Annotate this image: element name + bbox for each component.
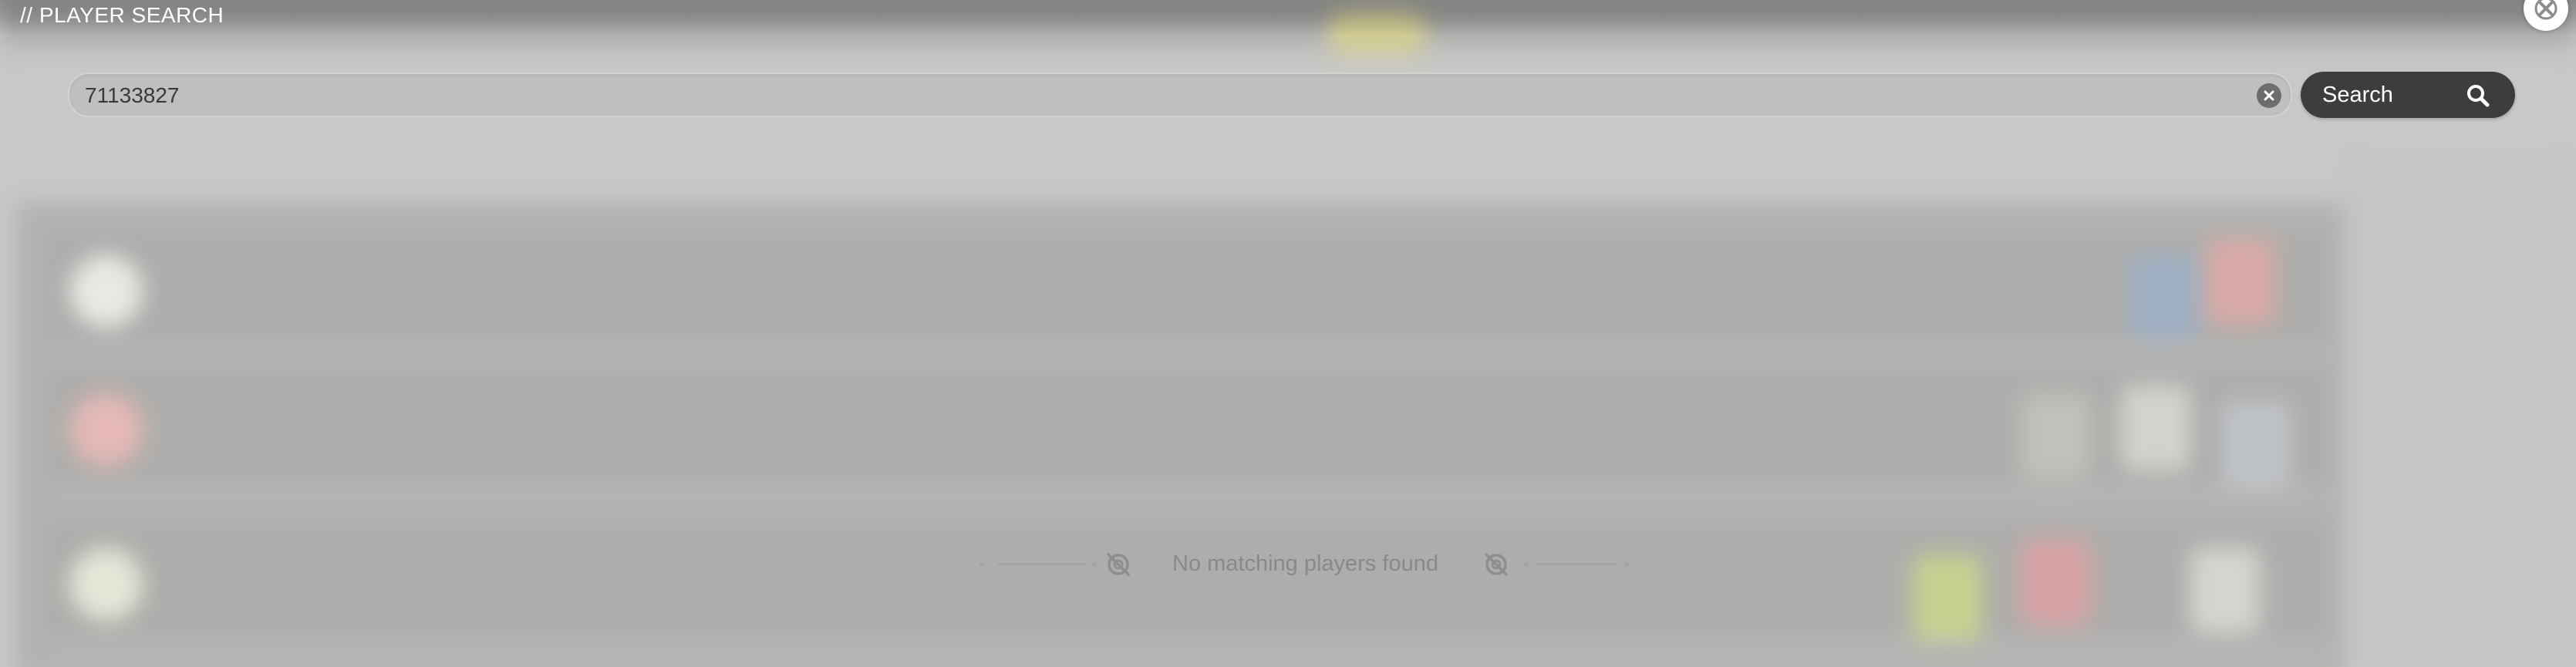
no-results-message: No matching players found <box>1172 551 1438 576</box>
background-card <box>2129 254 2198 339</box>
divider-line <box>998 563 1087 565</box>
empty-results: No matching players found <box>979 547 1635 581</box>
player-search-screen: // PLAYER SEARCH Search No matc <box>0 0 2576 667</box>
divider-dot <box>979 562 984 566</box>
background-card <box>2190 547 2260 632</box>
clear-icon <box>2264 90 2274 101</box>
background-row <box>46 524 2329 648</box>
background-avatar <box>69 254 143 328</box>
divider-dot <box>1524 562 1529 566</box>
background-avatar <box>69 393 143 467</box>
background-card <box>2021 540 2090 625</box>
search-icon <box>2467 85 2490 107</box>
divider-line <box>1536 563 1617 565</box>
background-card <box>2021 393 2090 478</box>
background-card <box>2206 239 2275 324</box>
search-bar <box>68 72 2292 117</box>
search-button-label: Search <box>2322 83 2393 107</box>
divider-dot <box>1624 562 1629 566</box>
clear-search-button[interactable] <box>2257 83 2281 108</box>
background-card <box>1913 555 1982 640</box>
page-title: // PLAYER SEARCH <box>20 3 224 27</box>
search-input[interactable] <box>83 74 2230 117</box>
background-card <box>2221 401 2291 486</box>
ban-icon <box>1485 553 1508 576</box>
search-button[interactable]: Search <box>2301 72 2515 118</box>
divider-dot <box>1092 562 1097 566</box>
background-sidebar <box>2345 154 2576 667</box>
title-bar <box>0 0 2576 35</box>
background-card <box>2121 386 2190 470</box>
background-avatar <box>69 547 143 621</box>
ban-icon <box>1107 553 1130 576</box>
background-row <box>46 231 2329 355</box>
background-row <box>46 370 2329 494</box>
close-icon <box>2534 0 2557 20</box>
